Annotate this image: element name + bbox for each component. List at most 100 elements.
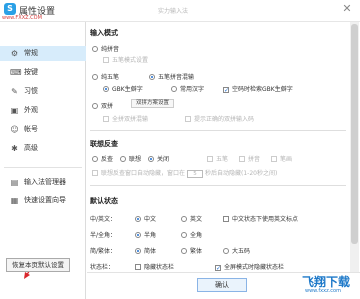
row-label-script: 简/繁体： xyxy=(90,248,117,255)
radio-big5[interactable]: 大五码 xyxy=(223,246,250,255)
scrollbar-thumb[interactable] xyxy=(351,24,358,244)
section-divider xyxy=(90,130,346,131)
checkbox-label: 隐藏状态栏 xyxy=(144,264,175,271)
checkbox-label: 提示正确的双拼输入码 xyxy=(194,116,255,123)
checkbox-assoc-stroke[interactable]: 笔画 xyxy=(271,154,292,163)
sidebar-item-label: 按键 xyxy=(24,68,38,76)
radio-label: 全角 xyxy=(190,232,203,239)
checkbox-assoc-wubi[interactable]: 五笔 xyxy=(207,154,228,163)
radio-label: 纯五笔 xyxy=(101,74,120,81)
sidebar-tool-manager[interactable]: ▤ 输入法管理器 xyxy=(0,175,86,190)
checkbox-label: 五笔模式设置 xyxy=(112,57,149,64)
radio-gbk-chars[interactable]: GBK生僻字 xyxy=(103,84,143,93)
radio-label: 纯拼音 xyxy=(101,46,120,53)
sidebar-item-label: 习惯 xyxy=(24,87,38,95)
radio-label: GBK生僻字 xyxy=(112,86,143,93)
sidebar-item-keys[interactable]: ⌨ 按键 xyxy=(0,65,86,80)
skin-icon: ▣ xyxy=(10,106,19,115)
auto-hide-suffix: 秒后自动隐藏(1-20秒之间) xyxy=(205,170,278,177)
checkbox-label: 中文状态下使用英文标点 xyxy=(232,216,299,223)
close-button[interactable]: ✕ xyxy=(340,2,354,16)
checkbox-label: 拼音 xyxy=(248,156,261,163)
shuangpin-scheme-button[interactable]: 双拼方案设置 xyxy=(131,99,175,108)
radio-label: 大五码 xyxy=(232,248,251,255)
sidebar-item-advanced[interactable]: ✱ 高级 xyxy=(0,141,86,156)
radio-associate[interactable]: 联想 xyxy=(120,154,141,163)
radio-wubi[interactable]: 纯五笔 xyxy=(92,72,119,81)
radio-label: 半角 xyxy=(144,232,157,239)
checkbox-en-punct[interactable]: 中文状态下使用英文标点 xyxy=(223,214,298,223)
advanced-icon: ✱ xyxy=(11,144,18,153)
title-bar: S 属性设置 www.FXXZ.COM 实力输入法 ✕ xyxy=(0,0,360,22)
window-title: 实力输入法 xyxy=(158,8,189,15)
sidebar-item-general[interactable]: ⚙ 常规 xyxy=(0,46,86,61)
gear-icon: ⚙ xyxy=(10,49,19,58)
auto-hide-seconds-input[interactable]: 5 xyxy=(187,170,204,178)
checkbox-label: 联想反查窗口自动隐藏，窗口在 xyxy=(101,170,186,177)
checkbox-gbk-fallback[interactable]: ✓ 空码时检索GBK生僻字 xyxy=(223,84,293,94)
checkbox-fuzzy-mix[interactable]: 全拼双拼混输 xyxy=(103,114,148,123)
section-divider xyxy=(90,185,346,186)
radio-english[interactable]: 英文 xyxy=(181,214,202,223)
sidebar-item-label: 帐号 xyxy=(24,125,38,133)
checkbox-shuangpin-hint[interactable]: 提示正确的双拼输入码 xyxy=(185,114,254,123)
sidebar-item-account[interactable]: ☺ 帐号 xyxy=(0,122,86,137)
settings-panel: 输入模式 纯拼音 五笔模式设置 纯五笔 五笔拼音混输 GBK生僻字 常用汉字 ✓… xyxy=(87,22,348,272)
radio-pinyin[interactable]: 纯拼音 xyxy=(92,44,119,53)
row-label-status-bar: 状态栏： xyxy=(90,264,115,271)
sidebar-tool-label: 输入法管理器 xyxy=(24,178,66,186)
section-title-default-state: 默认状态 xyxy=(90,197,118,205)
radio-full-width[interactable]: 全角 xyxy=(181,230,202,239)
radio-reverse[interactable]: 反查 xyxy=(92,154,113,163)
sidebar-item-appearance[interactable]: ▣ 外观 xyxy=(0,103,86,118)
sidebar-tool-wizard[interactable]: ▦ 快速设置向导 xyxy=(0,193,86,208)
section-title-input-mode: 输入模式 xyxy=(90,29,118,37)
radio-label: 关闭 xyxy=(157,156,170,163)
checkbox-label: 五笔 xyxy=(216,156,229,163)
radio-wubi-pinyin[interactable]: 五笔拼音混输 xyxy=(149,72,194,81)
section-title-association: 联想反查 xyxy=(90,140,118,148)
radio-label: 双拼 xyxy=(101,103,114,110)
sidebar-divider xyxy=(4,167,82,168)
watermark-text: www.FXXZ.COM xyxy=(2,15,42,21)
radio-chinese[interactable]: 中文 xyxy=(135,214,156,223)
wizard-icon: ▦ xyxy=(10,196,19,205)
checkbox-label: 全拼双拼混输 xyxy=(112,116,149,123)
checkbox-label: 全屏模式时隐藏状态栏 xyxy=(224,264,285,271)
checkbox-fullscreen-hide[interactable]: ✓ 全屏模式时隐藏状态栏 xyxy=(215,262,285,272)
watermark-logo-url: www.fxxz.com xyxy=(305,288,341,294)
radio-label: 联想 xyxy=(129,156,142,163)
checkbox-auto-hide[interactable]: 联想反查窗口自动隐藏，窗口在 5 秒后自动隐藏(1-20秒之间) xyxy=(92,168,277,178)
keyboard-icon: ⌨ xyxy=(10,68,22,77)
checkbox-label: 笔画 xyxy=(280,156,293,163)
habit-icon: ✎ xyxy=(11,87,18,96)
app-logo-icon: S xyxy=(4,3,16,15)
checkbox-hide-status-bar[interactable]: 隐藏状态栏 xyxy=(135,262,174,271)
radio-label: 反查 xyxy=(101,156,114,163)
radio-assoc-off[interactable]: 关闭 xyxy=(148,154,169,163)
checkbox-label: 空码时检索GBK生僻字 xyxy=(232,86,293,93)
watermark-logo: 飞翔下载 www.fxxz.com xyxy=(292,271,352,297)
radio-label: 繁体 xyxy=(190,248,203,255)
row-label-zh-en: 中/英文： xyxy=(90,216,117,223)
sidebar-item-habits[interactable]: ✎ 习惯 xyxy=(0,84,86,99)
sidebar-item-label: 外观 xyxy=(24,106,38,114)
row-label-width: 半/全角： xyxy=(90,232,117,239)
ok-button[interactable]: 确认 xyxy=(197,278,247,292)
checkbox-assoc-pinyin[interactable]: 拼音 xyxy=(239,154,260,163)
sidebar-item-label: 常规 xyxy=(24,49,38,57)
radio-label: 五笔拼音混输 xyxy=(158,74,195,81)
radio-common-chars[interactable]: 常用汉字 xyxy=(171,84,204,93)
radio-label: 中文 xyxy=(144,216,157,223)
sidebar-tool-label: 快速设置向导 xyxy=(24,196,66,204)
radio-simplified[interactable]: 简体 xyxy=(135,246,156,255)
radio-shuangpin[interactable]: 双拼 xyxy=(92,101,113,110)
sidebar-item-label: 高级 xyxy=(24,144,38,152)
restore-defaults-button[interactable]: 恢复本页默认设置 xyxy=(6,258,70,272)
manager-icon: ▤ xyxy=(10,178,19,187)
radio-traditional[interactable]: 繁体 xyxy=(181,246,202,255)
radio-label: 常用汉字 xyxy=(180,86,205,93)
radio-half-width[interactable]: 半角 xyxy=(135,230,156,239)
checkbox-wubi-settings[interactable]: 五笔模式设置 xyxy=(103,55,148,64)
user-icon: ☺ xyxy=(10,125,19,134)
